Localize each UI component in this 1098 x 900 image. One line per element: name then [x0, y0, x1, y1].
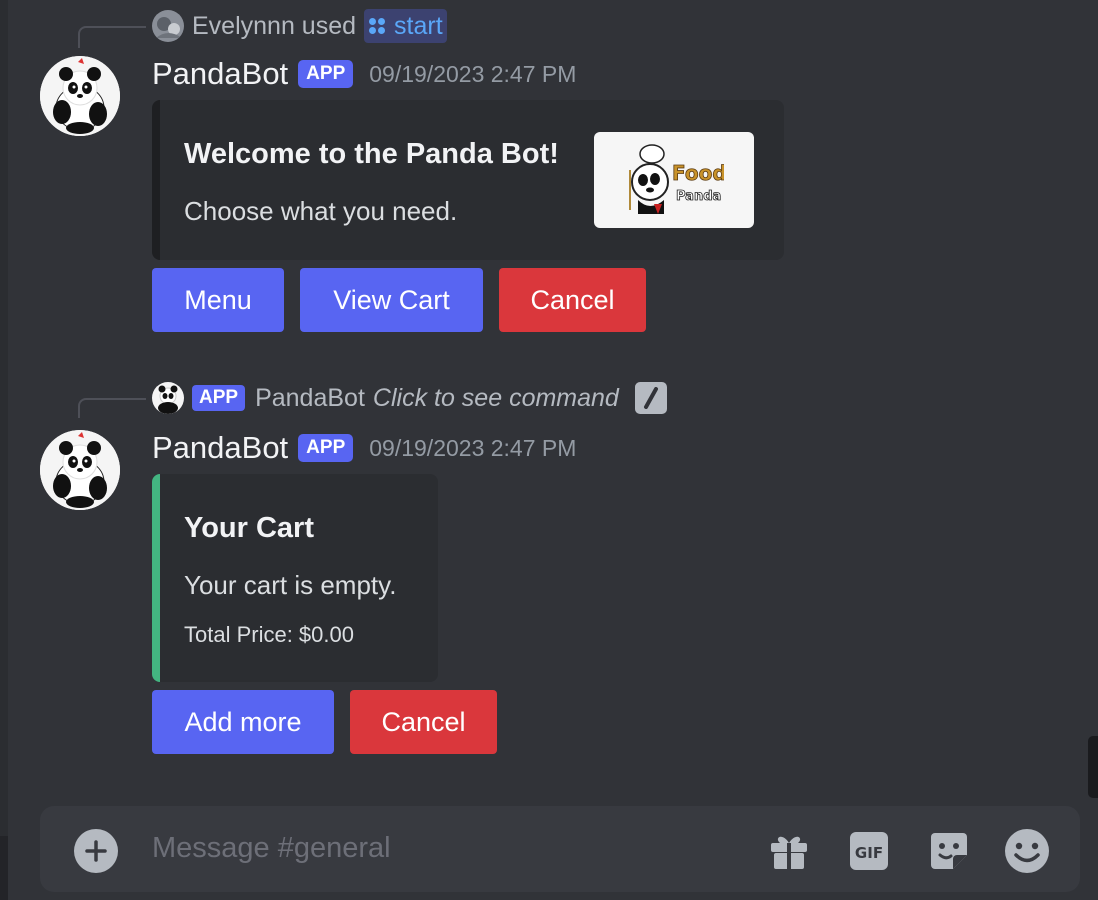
food-panda-logo[interactable]: Food Panda [594, 132, 754, 228]
bot-avatar[interactable] [40, 56, 120, 136]
reply-connector [78, 398, 146, 418]
message-header: PandaBot APP 09/19/2023 2:47 PM [152, 56, 576, 92]
reply-user: Evelynnn used [192, 11, 357, 40]
user-panel-edge [0, 836, 8, 900]
cart-total: Total Price: $0.00 [184, 622, 354, 647]
embed-title: Welcome to the Panda Bot! [184, 138, 559, 170]
cancel-button[interactable]: Cancel [499, 268, 646, 332]
command-grid-icon [369, 18, 386, 34]
welcome-embed: Welcome to the Panda Bot! Choose what yo… [152, 100, 784, 260]
cancel-button[interactable]: Cancel [350, 690, 497, 754]
add-more-button[interactable]: Add more [152, 690, 334, 754]
slash-command-icon[interactable] [634, 382, 667, 414]
message-composer: Message #general GIF [40, 806, 1080, 892]
gif-icon[interactable]: GIF [846, 828, 892, 874]
reply-user: PandaBot [255, 383, 365, 412]
message-header: PandaBot APP 09/19/2023 2:47 PM [152, 430, 576, 466]
command-name: start [394, 11, 443, 40]
bot-avatar[interactable] [40, 430, 120, 510]
reply-connector [78, 26, 146, 48]
see-command-link[interactable]: Click to see command [373, 384, 619, 413]
message-timestamp[interactable]: 09/19/2023 2:47 PM [369, 435, 576, 462]
bot-username[interactable]: PandaBot [152, 56, 288, 92]
app-badge-small: APP [192, 385, 246, 411]
gif-label: GIF [855, 844, 883, 862]
command-chip[interactable]: start [364, 9, 447, 43]
scrollbar-thumb[interactable] [1088, 736, 1098, 798]
logo-text-panda: Panda [676, 189, 721, 204]
gift-icon[interactable] [766, 828, 812, 874]
embed-description: Your cart is empty. [184, 570, 397, 600]
reply-context[interactable]: Evelynnn used start [152, 9, 447, 43]
channel-sidebar-edge [0, 0, 8, 900]
app-badge: APP [298, 60, 354, 88]
menu-button[interactable]: Menu [152, 268, 284, 332]
cart-embed: Your Cart Your cart is empty. Total Pric… [152, 474, 438, 682]
app-badge: APP [298, 434, 354, 462]
embed-description: Choose what you need. [184, 196, 458, 226]
sticker-icon[interactable] [926, 828, 972, 874]
logo-text-food: Food [672, 161, 724, 185]
reply-context[interactable]: APP PandaBot Click to see command [152, 382, 667, 414]
user-avatar-small[interactable] [152, 10, 184, 42]
message-timestamp[interactable]: 09/19/2023 2:47 PM [369, 61, 576, 88]
bot-avatar-small[interactable] [152, 382, 184, 414]
view-cart-button[interactable]: View Cart [300, 268, 483, 332]
message-input[interactable]: Message #general [152, 832, 391, 865]
add-attachment-icon[interactable] [74, 829, 118, 873]
emoji-icon[interactable] [1004, 828, 1050, 874]
bot-username[interactable]: PandaBot [152, 430, 288, 466]
embed-title: Your Cart [184, 512, 314, 544]
